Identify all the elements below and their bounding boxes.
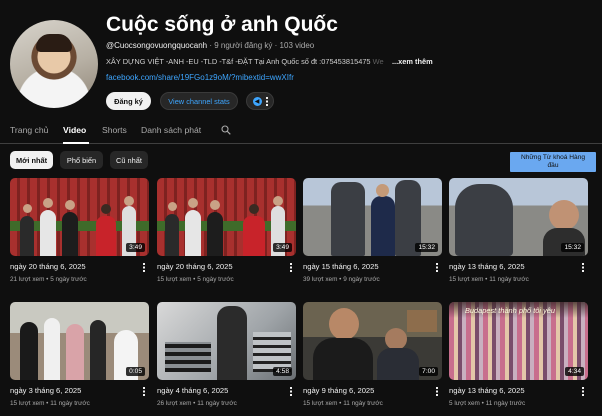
thumbnail-overlay-text: Budapest thành phố tôi yêu: [465, 306, 555, 315]
channel-name: Cuộc sống ở anh Quốc: [106, 13, 338, 36]
channel-link[interactable]: facebook.com/share/19FGo1z9oM/?mibextid=…: [106, 73, 294, 82]
video-title[interactable]: ngày 3 tháng 6, 2025: [10, 386, 81, 395]
video-thumbnail[interactable]: 3:49: [157, 178, 296, 256]
view-channel-stats-button[interactable]: View channel stats: [160, 92, 238, 110]
video-title[interactable]: ngày 4 tháng 6, 2025: [157, 386, 228, 395]
video-card[interactable]: 15:32 ngày 13 tháng 6, 2025 15 lượt xem …: [449, 178, 588, 283]
video-duration: 15:32: [415, 243, 438, 252]
video-card[interactable]: Budapest thành phố tôi yêu 4:34 ngày 13 …: [449, 302, 588, 407]
video-card[interactable]: 15:32 ngày 15 tháng 6, 2025 39 lượt xem …: [303, 178, 442, 283]
video-thumbnail[interactable]: 15:32: [303, 178, 442, 256]
video-duration: 15:32: [561, 243, 584, 252]
tab-videos[interactable]: Video: [63, 125, 86, 135]
video-duration: 3:49: [273, 243, 292, 252]
more-vert-icon[interactable]: [290, 263, 292, 272]
more-vert-icon: [265, 96, 268, 106]
subscribe-button[interactable]: Đăng ký: [106, 92, 151, 110]
video-title[interactable]: ngày 20 tháng 6, 2025: [10, 262, 86, 271]
more-vert-icon[interactable]: [436, 263, 438, 272]
video-thumbnail[interactable]: 7:00: [303, 302, 442, 380]
video-thumbnail[interactable]: Budapest thành phố tôi yêu 4:34: [449, 302, 588, 380]
subscriber-count: 9 người đăng ký: [214, 41, 273, 50]
video-card[interactable]: 0:05 ngày 3 tháng 6, 2025 15 lượt xem • …: [10, 302, 149, 407]
extension-button[interactable]: ◀: [246, 92, 274, 110]
video-meta: 15 lượt xem • 11 ngày trước: [10, 400, 90, 407]
video-duration: 7:00: [419, 367, 438, 376]
video-count: 103 video: [279, 41, 315, 50]
video-meta: 15 lượt xem • 11 ngày trước: [303, 400, 383, 407]
video-duration: 3:49: [126, 243, 145, 252]
more-vert-icon[interactable]: [290, 387, 292, 396]
filter-popular[interactable]: Phổ biến: [60, 151, 103, 169]
channel-tabs: Trang chủ Video Shorts Danh sách phát: [0, 118, 602, 144]
tab-home[interactable]: Trang chủ: [10, 125, 48, 135]
video-card[interactable]: 3:49 ngày 20 tháng 6, 2025 21 lượt xem •…: [10, 178, 149, 283]
channel-header: Cuộc sống ở anh Quốc @Cuocsongovuongquoc…: [0, 0, 602, 118]
video-meta: 15 lượt xem • 5 ngày trước: [157, 276, 234, 283]
video-duration: 4:58: [273, 367, 292, 376]
video-meta: 39 lượt xem • 9 ngày trước: [303, 276, 380, 283]
video-meta: 5 lượt xem • 11 ngày trước: [449, 400, 526, 407]
top-keywords-button[interactable]: Những Từ khoá Hàng đầu: [510, 152, 596, 172]
active-tab-indicator: [63, 142, 89, 144]
video-card[interactable]: 4:58 ngày 4 tháng 6, 2025 26 lượt xem • …: [157, 302, 296, 407]
more-vert-icon[interactable]: [436, 387, 438, 396]
video-title[interactable]: ngày 15 tháng 6, 2025: [303, 262, 379, 271]
video-meta: 26 lượt xem • 11 ngày trước: [157, 400, 237, 407]
video-thumbnail[interactable]: 3:49: [10, 178, 149, 256]
tab-playlists[interactable]: Danh sách phát: [141, 125, 201, 135]
share-icon: ◀: [252, 96, 262, 106]
video-thumbnail[interactable]: 15:32: [449, 178, 588, 256]
video-meta: 15 lượt xem • 11 ngày trước: [449, 276, 529, 283]
filter-oldest[interactable]: Cũ nhất: [110, 151, 148, 169]
video-duration: 0:05: [126, 367, 145, 376]
video-thumbnail[interactable]: 0:05: [10, 302, 149, 380]
more-link[interactable]: ...xem thêm: [392, 57, 433, 66]
video-title[interactable]: ngày 20 tháng 6, 2025: [157, 262, 233, 271]
more-vert-icon[interactable]: [143, 263, 145, 272]
channel-meta: @Cuocsongovuongquocanh · 9 người đăng ký…: [106, 41, 315, 50]
channel-handle[interactable]: @Cuocsongovuongquocanh: [106, 41, 207, 50]
filter-newest[interactable]: Mới nhất: [10, 151, 53, 169]
more-vert-icon[interactable]: [582, 263, 584, 272]
video-meta: 21 lượt xem • 5 ngày trước: [10, 276, 87, 283]
video-title[interactable]: ngày 13 tháng 6, 2025: [449, 262, 525, 271]
more-vert-icon[interactable]: [582, 387, 584, 396]
channel-description[interactable]: XÂY DỰNG VIỆT -ANH -EU -TLD -T&f -ĐẶT Tạ…: [106, 57, 436, 66]
search-icon[interactable]: [221, 125, 231, 135]
video-duration: 4:34: [565, 367, 584, 376]
video-card[interactable]: 3:49 ngày 20 tháng 6, 2025 15 lượt xem •…: [157, 178, 296, 283]
video-title[interactable]: ngày 9 tháng 6, 2025: [303, 386, 374, 395]
more-vert-icon[interactable]: [143, 387, 145, 396]
video-thumbnail[interactable]: 4:58: [157, 302, 296, 380]
tab-shorts[interactable]: Shorts: [102, 125, 127, 135]
video-title[interactable]: ngày 13 tháng 6, 2025: [449, 386, 525, 395]
video-card[interactable]: 7:00 ngày 9 tháng 6, 2025 15 lượt xem • …: [303, 302, 442, 407]
channel-avatar[interactable]: [10, 20, 98, 108]
